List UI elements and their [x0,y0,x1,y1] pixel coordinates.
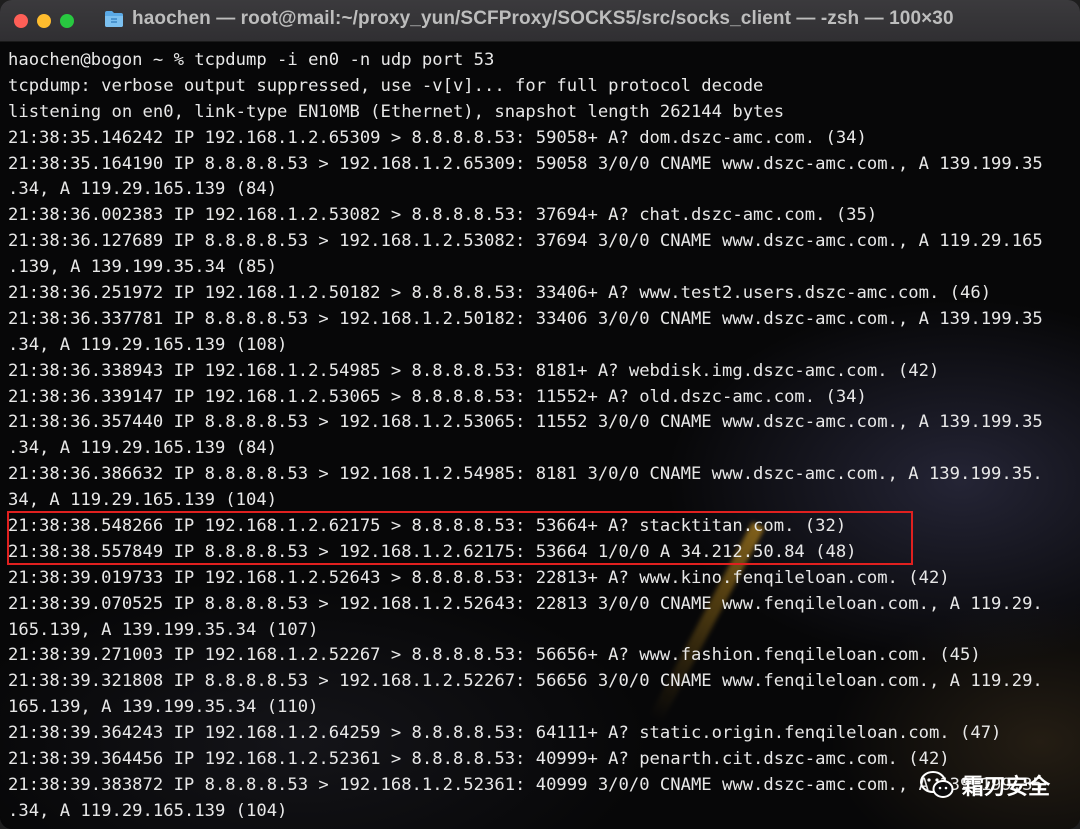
terminal-line: .34, A 119.29.165.139 (104) [8,800,288,821]
terminal-line: 21:38:39.364243 IP 192.168.1.2.64259 > 8… [8,723,1002,744]
terminal-line: .34, A 119.29.165.139 (108) [8,334,288,355]
folder-icon [105,11,123,27]
zoom-button[interactable] [60,13,74,28]
terminal-line: 21:38:36.002383 IP 192.168.1.2.53082 > 8… [8,205,878,226]
terminal-line: 21:38:39.364456 IP 192.168.1.2.52361 > 8… [8,749,950,770]
terminal-line: 21:38:36.357440 IP 8.8.8.8.53 > 192.168.… [8,412,1043,433]
terminal-line: 21:38:36.386632 IP 8.8.8.8.53 > 192.168.… [8,464,1043,485]
close-button[interactable] [14,13,28,28]
terminal-line: 21:38:36.127689 IP 8.8.8.8.53 > 192.168.… [8,231,1043,252]
terminal-line: 21:38:39.070525 IP 8.8.8.8.53 > 192.168.… [8,593,1043,614]
terminal-line: 21:38:39.019733 IP 192.168.1.2.52643 > 8… [8,567,950,588]
terminal-line: .34, A 119.29.165.139 (84) [8,438,278,459]
terminal-line: 21:38:39.271003 IP 192.168.1.2.52267 > 8… [8,645,981,666]
terminal-line: 21:38:36.339147 IP 192.168.1.2.53065 > 8… [8,386,867,407]
terminal-line: 21:38:35.146242 IP 192.168.1.2.65309 > 8… [8,127,867,148]
terminal-line: 21:38:39.383872 IP 8.8.8.8.53 > 192.168.… [8,774,1043,795]
terminal-line: 21:38:36.337781 IP 8.8.8.8.53 > 192.168.… [8,308,1043,329]
watermark: 霜刃安全 [919,769,1050,801]
highlight-box [7,511,913,565]
wechat-icon [919,771,954,798]
terminal-line: .34, A 119.29.165.139 (84) [8,179,278,200]
terminal-line: 165.139, A 139.199.35.34 (107) [8,619,319,640]
terminal-output[interactable]: haochen@bogon ~ % tcpdump -i en0 -n udp … [0,42,1080,829]
window-title: haochen — root@mail:~/proxy_yun/SCFProxy… [132,8,954,29]
terminal-line: 21:38:36.338943 IP 192.168.1.2.54985 > 8… [8,360,940,381]
terminal-line: 21:38:36.251972 IP 192.168.1.2.50182 > 8… [8,283,992,304]
terminal-line: listening on en0, link-type EN10MB (Ethe… [8,101,785,122]
terminal-lines: haochen@bogon ~ % tcpdump -i en0 -n udp … [8,48,1043,825]
terminal-line: haochen@bogon ~ % tcpdump -i en0 -n udp … [8,50,495,70]
watermark-text: 霜刃安全 [961,775,1050,800]
title-bar[interactable]: haochen — root@mail:~/proxy_yun/SCFProxy… [0,0,1080,42]
terminal-line: 165.139, A 139.199.35.34 (110) [8,697,319,718]
terminal-line: .139, A 139.199.35.34 (85) [8,257,278,278]
window-controls [14,13,74,28]
terminal-line: tcpdump: verbose output suppressed, use … [8,75,764,96]
terminal-line: 21:38:39.321808 IP 8.8.8.8.53 > 192.168.… [8,671,1043,692]
minimize-button[interactable] [37,13,51,28]
terminal-line: 21:38:35.164190 IP 8.8.8.8.53 > 192.168.… [8,153,1043,174]
terminal-window: haochen — root@mail:~/proxy_yun/SCFProxy… [0,0,1080,829]
